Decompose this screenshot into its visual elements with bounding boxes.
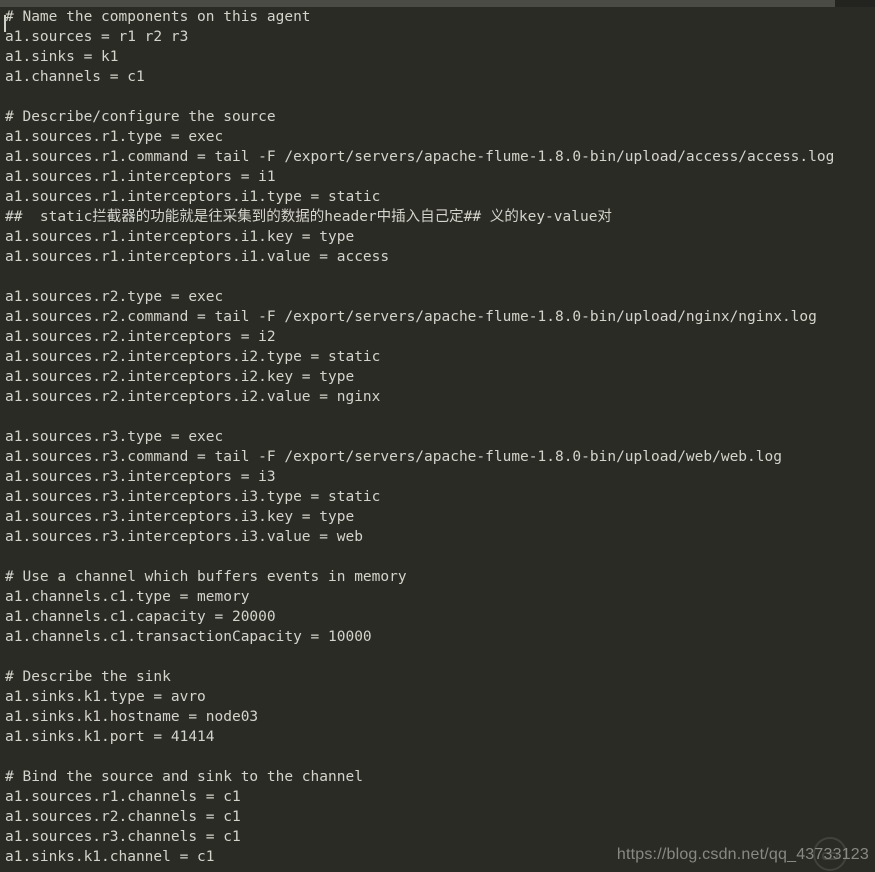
code-line-blank[interactable] [0,547,875,567]
code-line[interactable]: a1.sources.r2.interceptors.i2.value = ng… [0,387,875,407]
code-line[interactable]: # Describe/configure the source [0,107,875,127]
code-line-blank[interactable] [0,87,875,107]
code-line[interactable]: a1.sources.r3.channels = c1 [0,827,875,847]
blog-watermark: https://blog.csdn.net/qq_43733123 [616,846,869,863]
code-line-blank[interactable] [0,267,875,287]
code-line[interactable]: ## static拦截器的功能就是往采集到的数据的header中插入自己定## … [0,207,875,227]
code-line[interactable]: a1.sources.r3.type = exec [0,427,875,447]
code-line[interactable]: a1.sources.r2.interceptors = i2 [0,327,875,347]
code-line[interactable]: a1.sources.r1.interceptors.i1.value = ac… [0,247,875,267]
code-line[interactable]: a1.sources.r2.channels = c1 [0,807,875,827]
code-line[interactable]: a1.sources.r2.interceptors.i2.key = type [0,367,875,387]
code-line[interactable]: # Describe the sink [0,667,875,687]
code-line[interactable]: a1.sources.r2.type = exec [0,287,875,307]
code-line[interactable]: a1.sinks.k1.hostname = node03 [0,707,875,727]
terminal-window: # Name the components on this agent a1.so… [0,0,875,872]
code-line[interactable]: # Name the components on this agent [0,7,875,27]
code-line[interactable]: a1.sinks.k1.type = avro [0,687,875,707]
code-line[interactable]: a1.sinks = k1 [0,47,875,67]
code-line[interactable]: a1.sinks.k1.port = 41414 [0,727,875,747]
code-line[interactable]: a1.sources.r1.command = tail -F /export/… [0,147,875,167]
code-line[interactable]: # Bind the source and sink to the channe… [0,767,875,787]
code-line[interactable]: a1.sources.r2.command = tail -F /export/… [0,307,875,327]
code-editor-area[interactable]: # Name the components on this agent a1.so… [0,7,875,872]
horizontal-scrollbar-track[interactable] [0,0,875,7]
code-line[interactable]: a1.sources.r1.channels = c1 [0,787,875,807]
code-line[interactable]: a1.sources.r3.interceptors.i3.type = sta… [0,487,875,507]
code-line[interactable]: a1.sources.r1.interceptors = i1 [0,167,875,187]
code-line[interactable]: a1.channels.c1.capacity = 20000 [0,607,875,627]
code-line[interactable]: a1.channels.c1.transactionCapacity = 100… [0,627,875,647]
code-line[interactable]: a1.sources = r1 r2 r3 [0,27,875,47]
code-line[interactable]: a1.sources.r3.command = tail -F /export/… [0,447,875,467]
code-line[interactable]: # Use a channel which buffers events in … [0,567,875,587]
code-line-blank[interactable] [0,407,875,427]
code-line[interactable]: a1.sources.r1.type = exec [0,127,875,147]
code-line[interactable]: a1.channels = c1 [0,67,875,87]
code-line-blank[interactable] [0,747,875,767]
code-line[interactable]: a1.sources.r2.interceptors.i2.type = sta… [0,347,875,367]
code-line-blank[interactable] [0,647,875,667]
code-line[interactable]: a1.channels.c1.type = memory [0,587,875,607]
code-line[interactable]: a1.sources.r3.interceptors.i3.key = type [0,507,875,527]
code-line[interactable]: a1.sources.r3.interceptors.i3.value = we… [0,527,875,547]
code-line[interactable]: a1.sources.r1.interceptors.i1.type = sta… [0,187,875,207]
code-line[interactable]: a1.sources.r1.interceptors.i1.key = type [0,227,875,247]
horizontal-scrollbar-thumb[interactable] [0,0,835,7]
code-line[interactable]: a1.sources.r3.interceptors = i3 [0,467,875,487]
